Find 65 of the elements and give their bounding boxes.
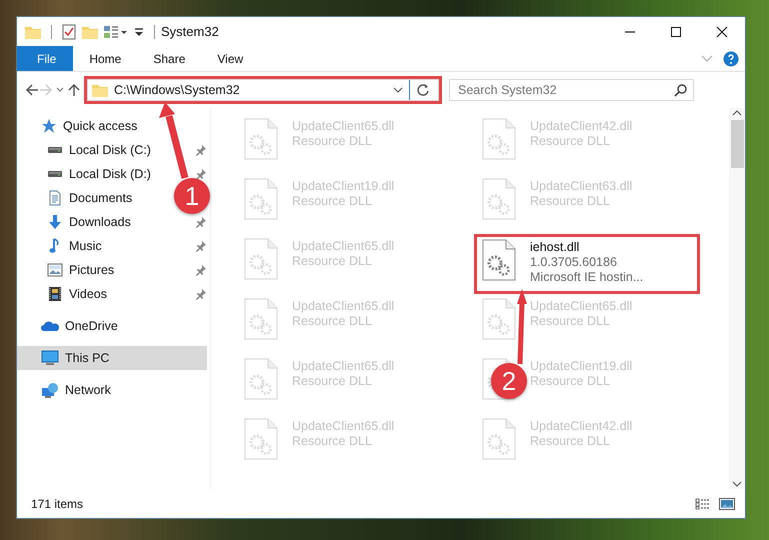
navigation-item[interactable]: Videos [17,282,111,306]
network-icon [41,382,59,398]
item-count: 171 items [31,496,84,510]
picture-icon [47,262,63,278]
document-gears-icon [482,239,516,281]
navigation-item[interactable]: This PC [17,346,207,370]
file-item[interactable]: iehost.dll 1.0.3705.60186 Microsoft IE hostin... [474,234,700,294]
file-detail: Resource DLL [530,194,611,209]
search-field[interactable]: Search System32 [449,79,694,101]
ribbon-tab[interactable]: Home [73,46,138,71]
file-detail: Resource DLL [292,374,373,389]
file-detail: Resource DLL [530,314,611,329]
file-detail: Resource DLL [530,434,611,449]
layout-caret-icon[interactable] [104,24,128,38]
ribbon-tab[interactable]: Share [137,46,202,71]
file-detail: Resource DLL [292,434,373,449]
scrollbar-thumb[interactable] [730,120,744,168]
help-icon[interactable] [723,50,739,66]
star-icon [41,118,57,134]
window-title: System32 [161,24,219,39]
down-arrow-icon [47,214,63,230]
navigation-item[interactable]: Pictures [17,258,118,282]
navigation-item[interactable]: Quick access [17,114,142,138]
file-detail: Resource DLL [530,134,611,149]
chevron-up-icon[interactable] [732,108,742,118]
folder-icon [92,83,108,97]
refresh-icon[interactable] [416,83,430,97]
navigation-item[interactable]: Local Disk (C:) [17,138,155,162]
ribbon-tab[interactable]: View [201,46,260,71]
drive-icon [47,171,63,177]
properties-icon[interactable] [62,24,76,40]
navigation-item[interactable]: Local Disk (D:) [17,162,155,186]
cloud-icon [41,319,59,333]
file-menu-button[interactable]: File [17,46,74,71]
file-detail: 1.0.3705.60186 [530,255,618,270]
navigation-item[interactable]: OneDrive [17,314,122,338]
search-icon[interactable] [674,84,687,97]
customize-caret-icon[interactable] [134,26,144,36]
chevron-down-icon[interactable] [393,86,403,94]
scrollbar[interactable] [729,108,745,489]
file-detail: Resource DLL [292,314,373,329]
film-icon [47,286,63,302]
file-detail: Microsoft IE hostin... [530,270,644,285]
chevron-down-icon[interactable] [732,479,742,489]
file-detail: Resource DLL [292,254,373,269]
drive-icon [47,147,63,153]
back-arrow-icon[interactable] [25,83,39,97]
navigation-item[interactable]: Downloads [17,210,135,234]
maximize-icon [670,26,682,38]
address-path: C:\Windows\System32 [114,83,241,97]
navigation-item[interactable]: Documents [17,186,136,210]
close-icon [716,26,728,38]
monitor-icon [41,350,59,366]
navigation-item[interactable]: Music [17,234,106,258]
navigation-item[interactable]: Network [17,378,115,402]
file-detail: Resource DLL [292,134,373,149]
address-bar[interactable]: C:\Windows\System32 [87,79,439,101]
up-arrow-icon[interactable] [67,83,81,97]
file-detail: Resource DLL [292,194,373,209]
folder-icon [25,24,41,38]
large-icons-view-icon[interactable] [719,498,735,510]
details-view-icon[interactable] [695,498,711,510]
document-icon [47,190,63,206]
file-detail: Resource DLL [530,374,611,389]
file-name: iehost.dll [530,240,580,255]
